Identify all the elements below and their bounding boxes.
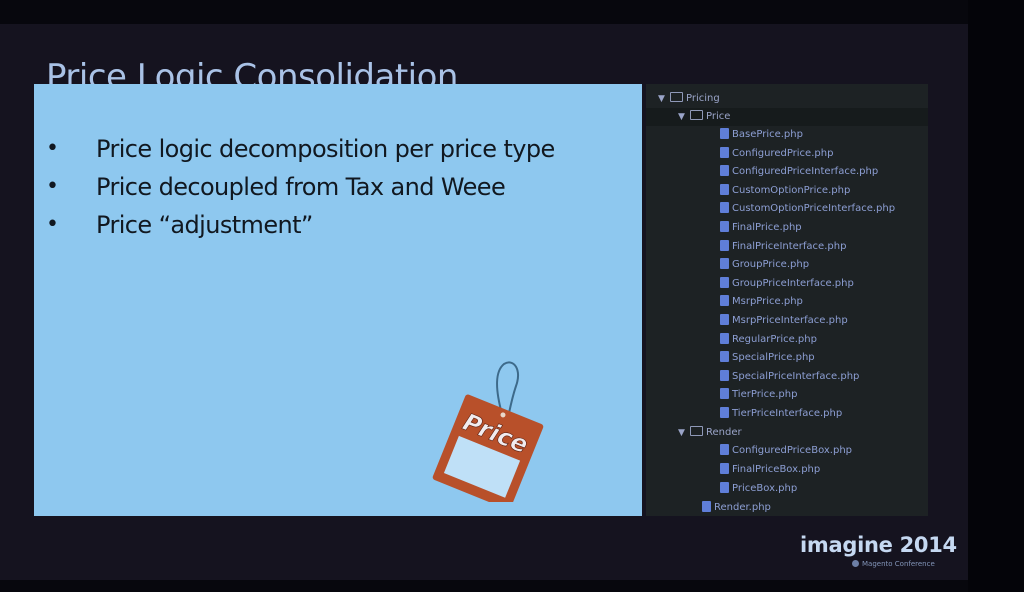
- tree-file[interactable]: SpecialPrice.php: [720, 349, 815, 367]
- tree-file[interactable]: BasePrice.php: [720, 126, 803, 144]
- tree-folder-pricing[interactable]: ▼ Pricing: [658, 90, 720, 108]
- file-name: TierPrice.php: [732, 389, 798, 401]
- bullet-list: • Price logic decomposition per price ty…: [34, 130, 576, 244]
- php-file-icon: [720, 165, 729, 177]
- file-name: FinalPriceInterface.php: [732, 240, 847, 252]
- file-name: MsrpPrice.php: [732, 296, 803, 308]
- file-name: ConfiguredPriceInterface.php: [732, 166, 879, 178]
- file-name: PriceBox.php: [732, 483, 798, 494]
- tree-folder-render[interactable]: ▼ Render: [678, 424, 742, 442]
- bullet-marker: •: [46, 174, 59, 199]
- bullet-item: • Price “adjustment”: [34, 206, 576, 244]
- file-name: ConfiguredPrice.php: [732, 147, 834, 159]
- tree-file[interactable]: ConfiguredPriceInterface.php: [720, 163, 878, 181]
- php-file-icon: [720, 332, 729, 344]
- tree-file[interactable]: PriceBox.php: [720, 480, 797, 498]
- tree-file[interactable]: RegularPrice.php: [720, 331, 817, 349]
- bullet-text: Price decoupled from Tax and Weee: [96, 173, 506, 201]
- php-file-icon: [720, 407, 729, 418]
- tree-file[interactable]: ConfiguredPrice.php: [720, 145, 833, 163]
- bullet-marker: •: [46, 136, 59, 161]
- php-file-icon: [720, 369, 729, 381]
- conference-subtitle: Magento Conference: [852, 560, 935, 568]
- file-name: GroupPriceInterface.php: [732, 277, 854, 289]
- php-file-icon: [720, 295, 729, 307]
- tree-file[interactable]: FinalPriceBox.php: [720, 461, 820, 479]
- magento-logo-icon: [852, 560, 859, 567]
- php-file-icon: [720, 146, 729, 158]
- expand-arrow-icon[interactable]: ▼: [678, 108, 690, 126]
- expand-arrow-icon[interactable]: ▼: [678, 424, 690, 442]
- php-file-icon: [720, 463, 729, 474]
- file-name: MsrpPriceInterface.php: [732, 315, 848, 326]
- bullet-text: Price logic decomposition per price type: [96, 135, 555, 163]
- file-name: CustomOptionPriceInterface.php: [732, 203, 896, 215]
- php-file-icon: [720, 258, 729, 270]
- expand-arrow-icon[interactable]: ▼: [658, 90, 670, 108]
- php-file-icon: [720, 276, 729, 288]
- tree-file[interactable]: MsrpPriceInterface.php: [720, 312, 848, 330]
- tree-file[interactable]: CustomOptionPriceInterface.php: [720, 200, 895, 218]
- bullet-text: Price “adjustment”: [96, 211, 313, 239]
- file-name: ConfiguredPriceBox.php: [732, 445, 853, 456]
- php-file-icon: [720, 221, 729, 232]
- php-file-icon: [720, 183, 729, 195]
- bullet-marker: •: [46, 212, 59, 237]
- php-file-icon: [720, 388, 729, 400]
- tree-file[interactable]: GroupPrice.php: [720, 256, 809, 274]
- price-tag-image: Price: [432, 361, 544, 502]
- tree-file[interactable]: FinalPriceInterface.php: [720, 238, 846, 256]
- folder-icon: [670, 92, 683, 102]
- file-name: TierPriceInterface.php: [732, 408, 843, 419]
- file-name: SpecialPrice.php: [732, 352, 815, 364]
- php-file-icon: [720, 482, 729, 493]
- content-panel: • Price logic decomposition per price ty…: [34, 84, 642, 516]
- tree-file[interactable]: CustomOptionPrice.php: [720, 182, 850, 200]
- file-name: BasePrice.php: [732, 129, 803, 140]
- tree-folder-price[interactable]: ▼ Price: [678, 108, 730, 126]
- folder-icon: [690, 110, 703, 120]
- file-name: FinalPriceBox.php: [732, 464, 821, 475]
- file-name: FinalPrice.php: [732, 222, 802, 233]
- bullet-item: • Price logic decomposition per price ty…: [34, 130, 576, 168]
- tree-file[interactable]: MsrpPrice.php: [720, 293, 803, 311]
- file-tree-panel: ▼ Pricing ▼ Price BasePrice.php ConfiguredP…: [646, 84, 928, 516]
- folder-icon: [690, 426, 703, 436]
- php-file-icon: [720, 351, 729, 363]
- screen-edge: [968, 0, 1024, 592]
- tree-file[interactable]: TierPrice.php: [720, 386, 797, 404]
- tree-file[interactable]: SpecialPriceInterface.php: [720, 368, 859, 386]
- tree-file[interactable]: ConfiguredPriceBox.php: [720, 442, 852, 460]
- php-file-icon: [720, 128, 729, 139]
- tree-file[interactable]: TierPriceInterface.php: [720, 405, 842, 423]
- php-file-icon: [702, 501, 711, 512]
- php-file-icon: [720, 239, 729, 251]
- conference-logo: imagine 2014: [800, 533, 957, 557]
- php-file-icon: [720, 314, 729, 325]
- bullet-item: • Price decoupled from Tax and Weee: [34, 168, 576, 206]
- php-file-icon: [720, 444, 729, 455]
- php-file-icon: [720, 202, 729, 214]
- tree-file[interactable]: GroupPriceInterface.php: [720, 275, 854, 293]
- file-name: SpecialPriceInterface.php: [732, 370, 860, 382]
- tree-file[interactable]: Render.php: [702, 499, 771, 517]
- file-name: CustomOptionPrice.php: [732, 184, 851, 196]
- file-name: RegularPrice.php: [732, 333, 817, 345]
- file-name: GroupPrice.php: [732, 259, 810, 271]
- tree-file[interactable]: FinalPrice.php: [720, 219, 802, 237]
